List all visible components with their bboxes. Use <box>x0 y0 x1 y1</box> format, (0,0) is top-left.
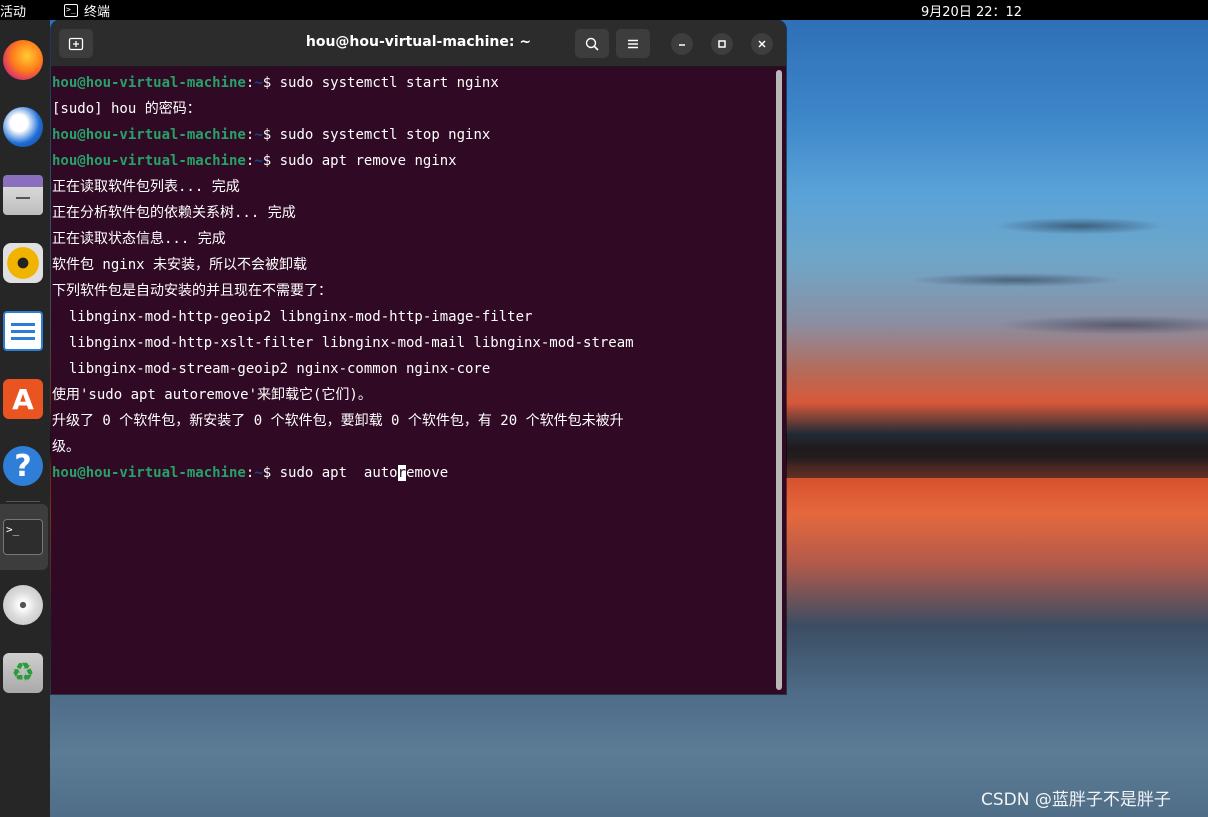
command-text: sudo apt remove nginx <box>279 153 457 169</box>
close-icon <box>758 40 766 48</box>
dock-item-files[interactable] <box>0 170 46 220</box>
files-icon <box>3 175 43 215</box>
output-text: 级。 <box>52 439 80 455</box>
terminal-output-line: 下列软件包是自动安装的并且现在不需要了： <box>52 278 773 304</box>
output-text: 软件包 nginx 未安装，所以不会被卸载 <box>52 257 308 273</box>
current-input-before: sudo apt auto <box>279 465 398 481</box>
hamburger-menu-icon <box>628 39 638 48</box>
dock-item-thunderbird[interactable] <box>0 102 46 152</box>
terminal-output-line: 使用'sudo apt autoremove'来卸载它(它们)。 <box>52 382 773 408</box>
minimize-icon <box>679 44 685 46</box>
prompt-path: ~ <box>254 127 263 143</box>
prompt-symbol: $ <box>262 153 280 169</box>
output-text: libnginx-mod-http-xslt-filter libnginx-m… <box>52 335 634 351</box>
prompt-path: ~ <box>254 75 263 91</box>
watermark: CSDN @蓝胖子不是胖子 <box>981 790 1171 810</box>
dock-item-firefox[interactable] <box>0 35 46 85</box>
terminal-output-line: 正在读取软件包列表... 完成 <box>52 174 773 200</box>
output-text: [sudo] hou 的密码： <box>52 101 201 117</box>
maximize-icon <box>718 40 726 48</box>
terminal-output-line: 正在读取状态信息... 完成 <box>52 226 773 252</box>
help-icon: ? <box>3 446 43 486</box>
terminal-output-line: libnginx-mod-stream-geoip2 nginx-common … <box>52 356 773 382</box>
output-text: 升级了 0 个软件包，新安装了 0 个软件包，要卸载 0 个软件包，有 20 个… <box>52 413 624 429</box>
terminal-window[interactable]: hou@hou-virtual-machine: ~ hou@hou-virtu… <box>51 20 786 694</box>
firefox-icon <box>3 40 43 80</box>
terminal-command-line: hou@hou-virtual-machine:~$ sudo apt remo… <box>52 148 773 174</box>
maximize-button[interactable] <box>711 33 733 55</box>
top-bar: 活动 >_ 终端 9月20日 22：12 <box>0 0 1208 20</box>
dock-item-trash[interactable]: ♻ <box>0 648 46 698</box>
output-text: 正在分析软件包的依赖关系树... 完成 <box>52 205 296 221</box>
prompt-symbol: $ <box>262 465 280 481</box>
terminal-output-line: libnginx-mod-http-geoip2 libnginx-mod-ht… <box>52 304 773 330</box>
output-text: 正在读取软件包列表... 完成 <box>52 179 240 195</box>
output-text: libnginx-mod-http-geoip2 libnginx-mod-ht… <box>52 309 533 325</box>
prompt-user: hou@hou-virtual-machine <box>52 465 246 481</box>
prompt-symbol: $ <box>262 127 280 143</box>
terminal-lines: hou@hou-virtual-machine:~$ sudo systemct… <box>52 70 773 460</box>
prompt-path: ~ <box>254 153 263 169</box>
app-menu-label: 终端 <box>84 5 111 20</box>
terminal-output-line: 软件包 nginx 未安装，所以不会被卸载 <box>52 252 773 278</box>
output-text: 正在读取状态信息... 完成 <box>52 231 226 247</box>
new-tab-button[interactable] <box>59 29 93 58</box>
output-text: 下列软件包是自动安装的并且现在不需要了： <box>52 283 332 299</box>
new-tab-icon <box>68 37 84 50</box>
menu-button[interactable] <box>616 29 650 58</box>
search-button[interactable] <box>575 29 609 58</box>
terminal-command-line: hou@hou-virtual-machine:~$ sudo systemct… <box>52 70 773 96</box>
prompt-user: hou@hou-virtual-machine <box>52 153 246 169</box>
output-text: 使用'sudo apt autoremove'来卸载它(它们)。 <box>52 387 372 403</box>
prompt-symbol: $ <box>262 75 280 91</box>
terminal-input-line[interactable]: hou@hou-virtual-machine:~$ sudo apt auto… <box>52 460 773 486</box>
activities-button[interactable]: 活动 <box>0 1 26 20</box>
text-cursor: r <box>397 465 407 481</box>
writer-icon <box>3 311 43 351</box>
dock: A ? >_ ♻ <box>0 20 50 817</box>
thunderbird-icon <box>3 107 43 147</box>
terminal-output-line: [sudo] hou 的密码： <box>52 96 773 122</box>
dock-item-rhythmbox[interactable] <box>0 238 46 288</box>
terminal-output-line: 正在分析软件包的依赖关系树... 完成 <box>52 200 773 226</box>
output-text: libnginx-mod-stream-geoip2 nginx-common … <box>52 361 491 377</box>
terminal-icon: >_ <box>3 519 43 555</box>
current-input-after: emove <box>406 465 449 481</box>
wallpaper-treeline <box>785 438 1208 478</box>
terminal-scrollbar[interactable] <box>776 70 782 690</box>
wallpaper-clouds <box>780 190 1208 370</box>
app-menu[interactable]: >_ 终端 <box>64 1 110 20</box>
terminal-output-line: 级。 <box>52 434 773 460</box>
dock-item-dvd[interactable] <box>0 580 46 630</box>
minimize-button[interactable] <box>671 33 693 55</box>
command-text: sudo systemctl start nginx <box>279 75 499 91</box>
dock-separator <box>6 501 40 502</box>
prompt-user: hou@hou-virtual-machine <box>52 75 246 91</box>
store-icon: A <box>3 379 43 419</box>
terminal-output[interactable]: hou@hou-virtual-machine:~$ sudo systemct… <box>51 70 773 694</box>
terminal-icon: >_ <box>64 4 78 17</box>
rhythmbox-icon <box>3 243 43 283</box>
close-button[interactable] <box>751 33 773 55</box>
prompt-path: ~ <box>254 465 263 481</box>
clock[interactable]: 9月20日 22：12 <box>921 1 1022 20</box>
dock-item-help[interactable]: ? <box>0 441 46 491</box>
search-icon <box>585 37 599 51</box>
command-text: sudo systemctl stop nginx <box>279 127 491 143</box>
window-titlebar[interactable]: hou@hou-virtual-machine: ~ <box>51 20 786 67</box>
trash-icon: ♻ <box>3 653 43 693</box>
terminal-command-line: hou@hou-virtual-machine:~$ sudo systemct… <box>52 122 773 148</box>
terminal-output-line: 升级了 0 个软件包，新安装了 0 个软件包，要卸载 0 个软件包，有 20 个… <box>52 408 773 434</box>
dock-item-writer[interactable] <box>0 306 46 356</box>
dvd-icon <box>3 585 43 625</box>
prompt-user: hou@hou-virtual-machine <box>52 127 246 143</box>
dock-item-terminal[interactable]: >_ <box>0 512 46 562</box>
terminal-output-line: libnginx-mod-http-xslt-filter libnginx-m… <box>52 330 773 356</box>
dock-item-app-center[interactable]: A <box>0 374 46 424</box>
